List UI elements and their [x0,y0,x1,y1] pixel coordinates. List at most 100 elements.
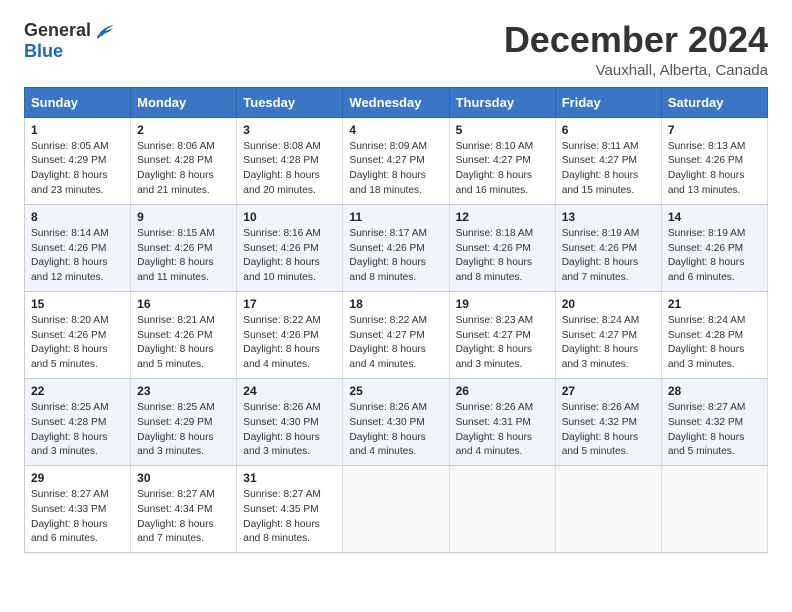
day-info: Sunrise: 8:19 AMSunset: 4:26 PMDaylight:… [562,227,655,286]
calendar-cell: 29 Sunrise: 8:27 AMSunset: 4:33 PMDayligh… [25,466,131,553]
day-info: Sunrise: 8:10 AMSunset: 4:27 PMDaylight:… [456,140,549,199]
calendar-cell: 15 Sunrise: 8:20 AMSunset: 4:26 PMDayligh… [25,291,131,378]
calendar-cell: 2 Sunrise: 8:06 AMSunset: 4:28 PMDaylight… [131,117,237,204]
day-info: Sunrise: 8:26 AMSunset: 4:32 PMDaylight:… [562,401,655,460]
calendar-week-row: 22 Sunrise: 8:25 AMSunset: 4:28 PMDayligh… [25,378,768,465]
calendar-cell: 27 Sunrise: 8:26 AMSunset: 4:32 PMDayligh… [555,378,661,465]
day-number: 27 [562,384,655,398]
calendar-cell: 3Sunrise: 8:08 AMSunset: 4:28 PMDaylight… [237,117,343,204]
calendar-week-row: 29 Sunrise: 8:27 AMSunset: 4:33 PMDayligh… [25,466,768,553]
calendar-cell: 17Sunrise: 8:22 AMSunset: 4:26 PMDayligh… [237,291,343,378]
logo-bird-icon [93,20,115,42]
day-number: 23 [137,384,230,398]
day-number: 24 [243,384,336,398]
calendar-cell: 28 Sunrise: 8:27 AMSunset: 4:32 PMDayligh… [661,378,767,465]
calendar-cell: 11 Sunrise: 8:17 AMSunset: 4:26 PMDayligh… [343,204,449,291]
day-number: 30 [137,471,230,485]
day-info: Sunrise: 8:14 AMSunset: 4:26 PMDaylight:… [31,227,124,286]
calendar-cell: 4Sunrise: 8:09 AMSunset: 4:27 PMDaylight… [343,117,449,204]
day-info: Sunrise: 8:13 AMSunset: 4:26 PMDaylight:… [668,140,761,199]
calendar-cell: 1 Sunrise: 8:05 AMSunset: 4:29 PMDaylight… [25,117,131,204]
calendar-cell: 22 Sunrise: 8:25 AMSunset: 4:28 PMDayligh… [25,378,131,465]
day-number: 14 [668,210,761,224]
day-info: Sunrise: 8:15 AMSunset: 4:26 PMDaylight:… [137,227,230,286]
day-info: Sunrise: 8:27 AMSunset: 4:34 PMDaylight:… [137,488,230,547]
day-info: Sunrise: 8:05 AMSunset: 4:29 PMDaylight:… [31,140,124,199]
day-info: Sunrise: 8:20 AMSunset: 4:26 PMDaylight:… [31,314,124,373]
calendar-cell [661,466,767,553]
day-info: Sunrise: 8:09 AMSunset: 4:27 PMDaylight:… [349,140,442,199]
day-number: 16 [137,297,230,311]
calendar-cell: 8 Sunrise: 8:14 AMSunset: 4:26 PMDaylight… [25,204,131,291]
calendar-cell: 25 Sunrise: 8:26 AMSunset: 4:30 PMDayligh… [343,378,449,465]
day-number: 19 [456,297,549,311]
day-info: Sunrise: 8:21 AMSunset: 4:26 PMDaylight:… [137,314,230,373]
calendar-cell: 31 Sunrise: 8:27 AMSunset: 4:35 PMDayligh… [237,466,343,553]
day-info: Sunrise: 8:27 AMSunset: 4:35 PMDaylight:… [243,488,336,547]
day-number: 28 [668,384,761,398]
day-info: Sunrise: 8:27 AMSunset: 4:32 PMDaylight:… [668,401,761,460]
weekday-header-tuesday: Tuesday [237,87,343,117]
calendar-cell: 21 Sunrise: 8:24 AMSunset: 4:28 PMDayligh… [661,291,767,378]
day-info: Sunrise: 8:23 AMSunset: 4:27 PMDaylight:… [456,314,549,373]
day-number: 15 [31,297,124,311]
day-info: Sunrise: 8:24 AMSunset: 4:28 PMDaylight:… [668,314,761,373]
day-info: Sunrise: 8:26 AMSunset: 4:30 PMDaylight:… [349,401,442,460]
calendar-cell: 5 Sunrise: 8:10 AMSunset: 4:27 PMDaylight… [449,117,555,204]
day-info: Sunrise: 8:26 AMSunset: 4:31 PMDaylight:… [456,401,549,460]
calendar-cell: 26 Sunrise: 8:26 AMSunset: 4:31 PMDayligh… [449,378,555,465]
logo-text-blue: Blue [24,42,115,62]
calendar-cell: 23 Sunrise: 8:25 AMSunset: 4:29 PMDayligh… [131,378,237,465]
calendar-cell: 7 Sunrise: 8:13 AMSunset: 4:26 PMDaylight… [661,117,767,204]
calendar-week-row: 15 Sunrise: 8:20 AMSunset: 4:26 PMDayligh… [25,291,768,378]
calendar-cell [343,466,449,553]
day-info: Sunrise: 8:25 AMSunset: 4:29 PMDaylight:… [137,401,230,460]
day-number: 25 [349,384,442,398]
day-info: Sunrise: 8:27 AMSunset: 4:33 PMDaylight:… [31,488,124,547]
day-number: 20 [562,297,655,311]
calendar-cell: 12Sunrise: 8:18 AMSunset: 4:26 PMDayligh… [449,204,555,291]
day-info: Sunrise: 8:19 AMSunset: 4:26 PMDaylight:… [668,227,761,286]
day-info: Sunrise: 8:24 AMSunset: 4:27 PMDaylight:… [562,314,655,373]
calendar-week-row: 8 Sunrise: 8:14 AMSunset: 4:26 PMDaylight… [25,204,768,291]
day-number: 18 [349,297,442,311]
calendar-cell: 14 Sunrise: 8:19 AMSunset: 4:26 PMDayligh… [661,204,767,291]
day-number: 6 [562,123,655,137]
logo-text-general: General [24,21,91,41]
day-number: 7 [668,123,761,137]
calendar-cell: 19 Sunrise: 8:23 AMSunset: 4:27 PMDayligh… [449,291,555,378]
day-info: Sunrise: 8:16 AMSunset: 4:26 PMDaylight:… [243,227,336,286]
calendar-cell: 18 Sunrise: 8:22 AMSunset: 4:27 PMDayligh… [343,291,449,378]
day-info: Sunrise: 8:06 AMSunset: 4:28 PMDaylight:… [137,140,230,199]
day-info: Sunrise: 8:18 AMSunset: 4:26 PMDaylight:… [456,227,549,286]
day-number: 22 [31,384,124,398]
calendar-cell: 24Sunrise: 8:26 AMSunset: 4:30 PMDayligh… [237,378,343,465]
weekday-header-friday: Friday [555,87,661,117]
weekday-header-monday: Monday [131,87,237,117]
page-header: General Blue December 2024 Vauxhall, Alb… [24,20,768,79]
day-number: 31 [243,471,336,485]
weekday-header-thursday: Thursday [449,87,555,117]
calendar-header-row: SundayMondayTuesdayWednesdayThursdayFrid… [25,87,768,117]
calendar-cell [555,466,661,553]
calendar-cell: 10 Sunrise: 8:16 AMSunset: 4:26 PMDayligh… [237,204,343,291]
day-number: 8 [31,210,124,224]
day-info: Sunrise: 8:22 AMSunset: 4:27 PMDaylight:… [349,314,442,373]
day-number: 29 [31,471,124,485]
day-info: Sunrise: 8:17 AMSunset: 4:26 PMDaylight:… [349,227,442,286]
day-number: 11 [349,210,442,224]
day-number: 9 [137,210,230,224]
calendar-cell: 30 Sunrise: 8:27 AMSunset: 4:34 PMDayligh… [131,466,237,553]
day-number: 1 [31,123,124,137]
day-number: 2 [137,123,230,137]
day-number: 5 [456,123,549,137]
logo: General Blue [24,20,115,62]
title-block: December 2024 Vauxhall, Alberta, Canada [504,20,768,79]
day-number: 13 [562,210,655,224]
day-info: Sunrise: 8:11 AMSunset: 4:27 PMDaylight:… [562,140,655,199]
calendar-cell [449,466,555,553]
day-number: 26 [456,384,549,398]
day-number: 10 [243,210,336,224]
day-info: Sunrise: 8:25 AMSunset: 4:28 PMDaylight:… [31,401,124,460]
day-number: 21 [668,297,761,311]
